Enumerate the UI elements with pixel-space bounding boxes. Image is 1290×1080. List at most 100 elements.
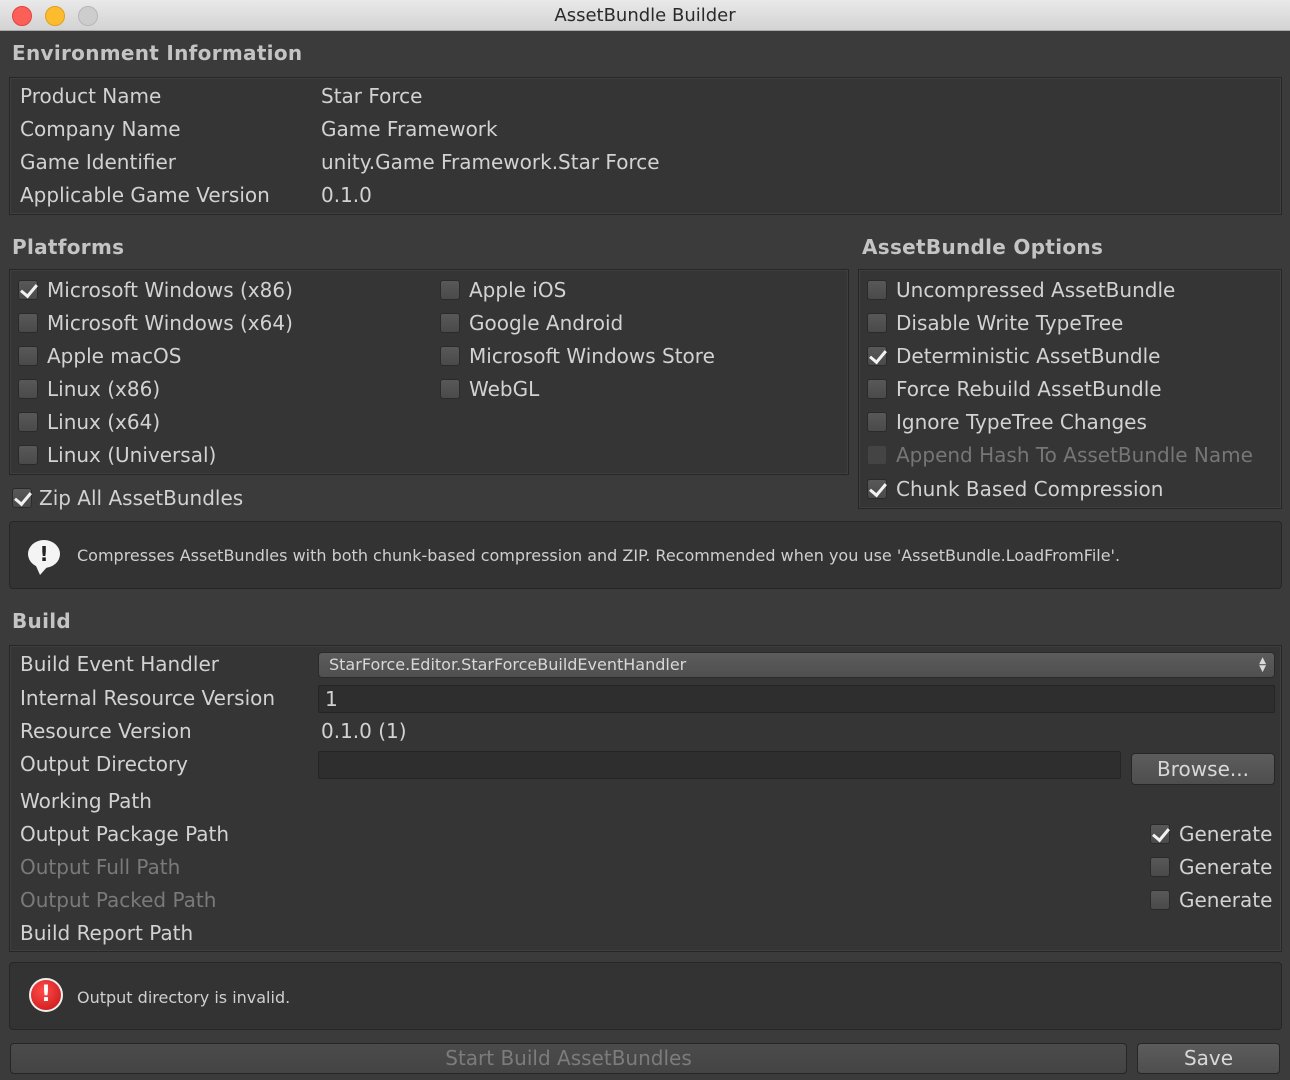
checkbox-icon[interactable] bbox=[18, 445, 38, 465]
platform-windows-store[interactable]: Microsoft Windows Store bbox=[440, 343, 715, 369]
platforms-heading: Platforms bbox=[12, 235, 125, 259]
checkbox-icon[interactable] bbox=[867, 280, 887, 300]
product-name-value: Star Force bbox=[321, 84, 423, 108]
company-name-value: Game Framework bbox=[321, 117, 498, 141]
option-chunk-based-compression[interactable]: Chunk Based Compression bbox=[867, 476, 1163, 502]
options-heading: AssetBundle Options bbox=[862, 235, 1104, 259]
window-title: AssetBundle Builder bbox=[554, 5, 736, 26]
option-deterministic[interactable]: Deterministic AssetBundle bbox=[867, 343, 1160, 369]
platform-ios[interactable]: Apple iOS bbox=[440, 277, 566, 303]
platform-label: Linux (x64) bbox=[47, 410, 161, 434]
platform-label: Linux (x86) bbox=[47, 377, 161, 401]
checkbox-icon[interactable] bbox=[18, 412, 38, 432]
option-uncompressed[interactable]: Uncompressed AssetBundle bbox=[867, 277, 1175, 303]
platform-label: Google Android bbox=[469, 311, 624, 335]
generate-package-toggle[interactable]: Generate bbox=[1150, 821, 1272, 847]
option-label: Deterministic AssetBundle bbox=[896, 344, 1161, 368]
checkbox-checked-icon[interactable] bbox=[18, 280, 38, 300]
platforms-panel: Microsoft Windows (x86) Microsoft Window… bbox=[9, 269, 849, 475]
checkbox-icon[interactable] bbox=[1150, 890, 1170, 910]
environment-panel: Product Name Star Force Company Name Gam… bbox=[9, 77, 1282, 215]
option-label: Disable Write TypeTree bbox=[896, 311, 1124, 335]
platform-android[interactable]: Google Android bbox=[440, 310, 623, 336]
browse-button[interactable]: Browse... bbox=[1131, 753, 1275, 785]
start-build-button[interactable]: Start Build AssetBundles bbox=[10, 1043, 1127, 1074]
checkbox-icon[interactable] bbox=[18, 346, 38, 366]
game-identifier-label: Game Identifier bbox=[20, 150, 176, 174]
platform-label: Microsoft Windows Store bbox=[469, 344, 715, 368]
checkbox-checked-icon[interactable] bbox=[12, 488, 32, 508]
platform-label: Linux (Universal) bbox=[47, 443, 217, 467]
build-event-handler-value: StarForce.Editor.StarForceBuildEventHand… bbox=[329, 655, 687, 674]
product-name-label: Product Name bbox=[20, 84, 162, 108]
checkbox-icon[interactable] bbox=[440, 379, 460, 399]
platform-macos[interactable]: Apple macOS bbox=[18, 343, 181, 369]
info-message: Compresses AssetBundles with both chunk-… bbox=[77, 546, 1121, 565]
checkbox-icon[interactable] bbox=[867, 379, 887, 399]
error-message: Output directory is invalid. bbox=[77, 988, 291, 1007]
checkbox-icon[interactable] bbox=[18, 379, 38, 399]
internal-resource-version-field[interactable]: 1 bbox=[318, 685, 1275, 713]
generate-packed-toggle[interactable]: Generate bbox=[1150, 887, 1272, 913]
info-icon: ! bbox=[28, 540, 60, 575]
environment-heading: Environment Information bbox=[12, 41, 303, 65]
options-panel: Uncompressed AssetBundle Disable Write T… bbox=[858, 269, 1282, 509]
option-force-rebuild[interactable]: Force Rebuild AssetBundle bbox=[867, 376, 1162, 402]
checkbox-icon[interactable] bbox=[1150, 857, 1170, 877]
option-label: Uncompressed AssetBundle bbox=[896, 278, 1176, 302]
platform-webgl[interactable]: WebGL bbox=[440, 376, 539, 402]
generate-label: Generate bbox=[1179, 888, 1273, 912]
error-icon: ! bbox=[29, 978, 63, 1012]
build-event-handler-dropdown[interactable]: StarForce.Editor.StarForceBuildEventHand… bbox=[318, 652, 1275, 678]
working-path-label: Working Path bbox=[20, 789, 152, 813]
game-identifier-value: unity.Game Framework.Star Force bbox=[321, 150, 660, 174]
output-packed-path-label: Output Packed Path bbox=[20, 888, 217, 912]
error-help-box: ! Output directory is invalid. bbox=[9, 962, 1282, 1030]
option-ignore-typetree-changes[interactable]: Ignore TypeTree Changes bbox=[867, 409, 1147, 435]
resource-version-label: Resource Version bbox=[20, 719, 192, 743]
build-heading: Build bbox=[12, 609, 72, 633]
option-label: Ignore TypeTree Changes bbox=[896, 410, 1147, 434]
output-package-path-label: Output Package Path bbox=[20, 822, 230, 846]
platform-label: Apple macOS bbox=[47, 344, 182, 368]
info-help-box: ! Compresses AssetBundles with both chun… bbox=[9, 521, 1282, 589]
platform-windows-x64[interactable]: Microsoft Windows (x64) bbox=[18, 310, 293, 336]
checkbox-icon[interactable] bbox=[440, 313, 460, 333]
company-name-label: Company Name bbox=[20, 117, 181, 141]
platform-label: Apple iOS bbox=[469, 278, 567, 302]
generate-full-toggle[interactable]: Generate bbox=[1150, 854, 1272, 880]
platform-label: Microsoft Windows (x86) bbox=[47, 278, 293, 302]
output-full-path-label: Output Full Path bbox=[20, 855, 181, 879]
option-label: Chunk Based Compression bbox=[896, 477, 1164, 501]
checkbox-icon[interactable] bbox=[440, 346, 460, 366]
option-append-hash: Append Hash To AssetBundle Name bbox=[867, 442, 1253, 468]
zip-all-assetbundles-toggle[interactable]: Zip All AssetBundles bbox=[12, 485, 243, 511]
generate-label: Generate bbox=[1179, 855, 1273, 879]
internal-resource-version-label: Internal Resource Version bbox=[20, 686, 276, 710]
platform-linux-universal[interactable]: Linux (Universal) bbox=[18, 442, 216, 468]
save-button[interactable]: Save bbox=[1137, 1043, 1280, 1074]
updown-arrows-icon: ▲ ▼ bbox=[1259, 656, 1266, 674]
build-panel: Build Event Handler StarForce.Editor.Sta… bbox=[9, 645, 1282, 952]
platform-linux-x86[interactable]: Linux (x86) bbox=[18, 376, 160, 402]
platform-linux-x64[interactable]: Linux (x64) bbox=[18, 409, 160, 435]
option-disable-write-typetree[interactable]: Disable Write TypeTree bbox=[867, 310, 1123, 336]
game-version-value: 0.1.0 bbox=[321, 183, 372, 207]
output-directory-field[interactable] bbox=[318, 751, 1121, 779]
checkbox-icon[interactable] bbox=[440, 280, 460, 300]
platform-windows-x86[interactable]: Microsoft Windows (x86) bbox=[18, 277, 293, 303]
option-label: Append Hash To AssetBundle Name bbox=[896, 443, 1253, 467]
checkbox-icon[interactable] bbox=[867, 412, 887, 432]
platform-label: WebGL bbox=[469, 377, 540, 401]
checkbox-checked-icon[interactable] bbox=[867, 346, 887, 366]
checkbox-disabled-icon bbox=[867, 445, 887, 465]
checkbox-checked-icon[interactable] bbox=[1150, 824, 1170, 844]
checkbox-icon[interactable] bbox=[867, 313, 887, 333]
option-label: Force Rebuild AssetBundle bbox=[896, 377, 1162, 401]
checkbox-checked-icon[interactable] bbox=[867, 479, 887, 499]
build-report-path-label: Build Report Path bbox=[20, 921, 194, 945]
checkbox-icon[interactable] bbox=[18, 313, 38, 333]
game-version-label: Applicable Game Version bbox=[20, 183, 270, 207]
title-bar: AssetBundle Builder bbox=[0, 0, 1290, 31]
platform-label: Microsoft Windows (x64) bbox=[47, 311, 293, 335]
